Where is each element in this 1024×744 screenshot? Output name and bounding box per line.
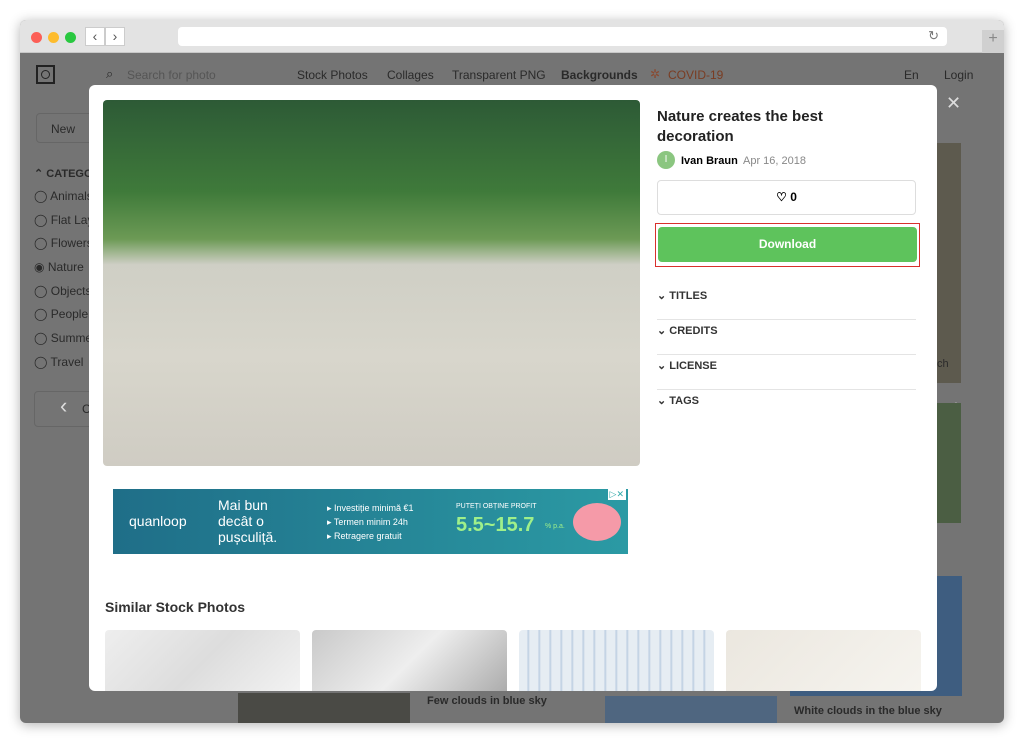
advertisement-banner[interactable]: quanloop Mai bun decât o pușculiță. ▸ Inve… — [113, 489, 628, 554]
forward-button[interactable]: › — [105, 27, 125, 46]
author-name[interactable]: Ivan Braun — [681, 155, 738, 167]
nav-collages[interactable]: Collages — [387, 68, 434, 82]
accordion-titles[interactable]: ⌄ TITLES — [657, 285, 916, 320]
download-highlight: Download — [655, 223, 920, 267]
category-flowers[interactable]: ◯ Flowers — [34, 236, 93, 250]
bg-photo — [937, 403, 961, 523]
categories-label: CATEGO — [46, 168, 93, 180]
category-label: Objects — [50, 284, 92, 298]
accordion-label: TAGS — [669, 395, 700, 407]
category-label: People — [50, 307, 89, 321]
similar-heading: Similar Stock Photos — [105, 599, 246, 615]
ad-rate: 5.5~15.7 — [456, 514, 535, 536]
accordion-label: LICENSE — [669, 360, 717, 372]
virus-icon: ✲ — [650, 67, 661, 81]
download-button[interactable]: Download — [658, 227, 917, 262]
ad-brand: quanloop — [129, 513, 187, 529]
address-bar[interactable]: ↻ — [178, 27, 947, 46]
nav-covid[interactable]: COVID-19 — [668, 68, 723, 82]
close-window-button[interactable] — [31, 32, 42, 43]
login-link[interactable]: Login — [944, 68, 973, 82]
similar-photo[interactable] — [312, 630, 507, 691]
bg-caption: White clouds in the blue sky — [794, 705, 942, 717]
chevron-down-icon: ⌄ — [657, 290, 667, 302]
search-input[interactable]: Search for photo — [127, 68, 216, 82]
search-icon: ⌕ — [106, 66, 114, 81]
category-objects[interactable]: ◯ Objects — [34, 284, 91, 298]
accordion-license[interactable]: ⌄ LICENSE — [657, 355, 916, 390]
nav-backgrounds[interactable]: Backgrounds — [561, 68, 638, 82]
like-button[interactable]: ♡ 0 — [657, 180, 916, 215]
similar-photo[interactable] — [519, 630, 714, 691]
close-modal-icon[interactable]: ✕ — [946, 93, 961, 114]
photo-date: Apr 16, 2018 — [743, 155, 806, 167]
heart-icon: ♡ — [776, 190, 787, 204]
categories-header[interactable]: ⌃ CATEGO — [34, 167, 93, 180]
browser-toolbar: ‹ › ↻ + — [20, 20, 1004, 53]
accordion-credits[interactable]: ⌄ CREDITS — [657, 320, 916, 355]
category-label: Animals — [50, 189, 93, 203]
like-count: 0 — [790, 190, 797, 204]
minimize-window-button[interactable] — [48, 32, 59, 43]
photo-title: Nature creates the best decoration — [657, 108, 823, 145]
back-button[interactable]: ‹ — [85, 27, 105, 46]
accordion-tags[interactable]: ⌄ TAGS — [657, 390, 916, 425]
ad-choices-icon[interactable]: ▷✕ — [607, 489, 626, 500]
new-tab-button[interactable]: + — [982, 30, 1004, 53]
category-flat-lay[interactable]: ◯ Flat Lay — [34, 213, 93, 227]
category-label: Nature — [47, 260, 84, 274]
prev-photo-arrow[interactable]: ‹ — [60, 393, 67, 419]
bg-photo — [937, 143, 961, 383]
category-travel[interactable]: ◯ Travel — [34, 355, 83, 369]
category-label: Travel — [50, 355, 84, 369]
maximize-window-button[interactable] — [65, 32, 76, 43]
ad-profit-label: PUTEȚI OBȚINE PROFIT — [456, 503, 537, 510]
piggy-bank-image — [573, 503, 621, 541]
chevron-down-icon: ⌄ — [657, 395, 667, 407]
accordion-label: TITLES — [669, 290, 708, 302]
category-nature[interactable]: ◉ Nature — [34, 260, 84, 274]
bg-photo — [605, 696, 777, 723]
ad-bullets: ▸ Investiție minimă €1 ▸ Termen minim 24h… — [327, 503, 414, 541]
reload-icon[interactable]: ↻ — [928, 28, 939, 44]
category-animals[interactable]: ◯ Animals — [34, 189, 93, 203]
category-summer[interactable]: ◯ Summe — [34, 331, 92, 345]
new-label: New — [51, 122, 76, 136]
category-label: Flat Lay — [50, 213, 94, 227]
similar-photo[interactable] — [105, 630, 300, 691]
logo-icon[interactable] — [36, 65, 55, 84]
chevron-down-icon: ⌄ — [657, 325, 667, 337]
chevron-down-icon: ⌄ — [657, 360, 667, 372]
photo-modal: Nature creates the best decoration I Iva… — [89, 85, 937, 691]
ad-headline: Mai bun decât o pușculiță. — [218, 497, 278, 545]
language-select[interactable]: En — [904, 68, 919, 82]
ad-rate-unit: % p.a. — [545, 523, 565, 530]
similar-photo[interactable] — [726, 630, 921, 691]
bg-photo — [238, 693, 410, 723]
bg-caption: Few clouds in blue sky — [427, 695, 547, 707]
accordion-label: CREDITS — [669, 325, 718, 337]
nav-stock-photos[interactable]: Stock Photos — [297, 68, 368, 82]
author-avatar[interactable]: I — [657, 151, 675, 169]
bg-caption: ch — [937, 358, 949, 370]
nav-transparent-png[interactable]: Transparent PNG — [452, 68, 546, 82]
category-label: Summe — [50, 331, 93, 345]
new-filter-button[interactable]: New — [36, 113, 96, 143]
category-people[interactable]: ◯ People — [34, 307, 88, 321]
main-photo — [103, 100, 640, 466]
category-label: Flowers — [50, 236, 93, 250]
